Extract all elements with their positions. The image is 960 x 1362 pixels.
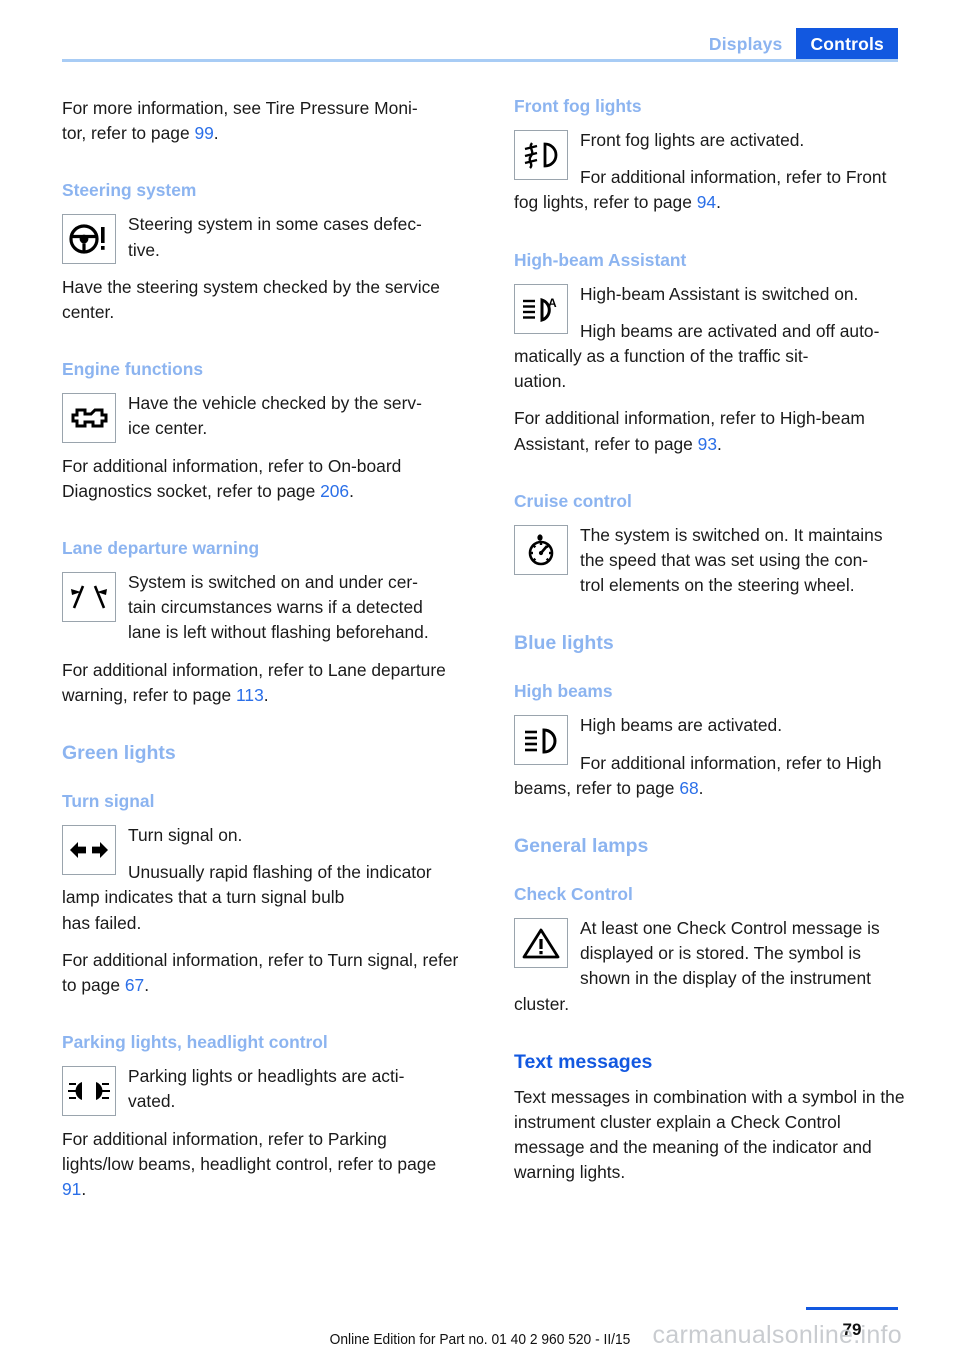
lane-departure-icon bbox=[62, 572, 116, 623]
steering-wheel-warning-icon bbox=[62, 214, 116, 265]
heading-steering-system: Steering system bbox=[62, 180, 197, 201]
entry-parking-lights: Parking lights or headlights are acti- v… bbox=[62, 1064, 462, 1202]
lane-departure-text-2: For additional information, refer to Lan… bbox=[62, 659, 446, 705]
engine-check-icon bbox=[62, 393, 116, 444]
page-ref-67[interactable]: 67 bbox=[125, 975, 144, 995]
header-divider bbox=[62, 59, 898, 62]
steering-system-text-2: Have the steering system checked by the … bbox=[62, 276, 440, 323]
tab-displays-label: Displays bbox=[708, 33, 783, 54]
heading-lane-departure-warning: Lane departure warning bbox=[62, 538, 260, 559]
check-control-tail: cluster. bbox=[514, 993, 570, 1014]
engine-functions-text-1: Have the vehicle checked by the serv- ic… bbox=[128, 393, 422, 439]
page-ref-94[interactable]: 94 bbox=[697, 192, 716, 212]
tab-controls-label: Controls bbox=[810, 33, 884, 54]
turn-signal-text-tail: has failed. bbox=[62, 912, 142, 933]
intro-period: . bbox=[213, 123, 219, 144]
intro-paragraph: For more information, see Tire Pressure … bbox=[62, 96, 462, 146]
heading-high-beams: High beams bbox=[514, 681, 613, 702]
page-ref-99[interactable]: 99 bbox=[194, 123, 213, 143]
lane-departure-text-1: System is switched on and under cer- tai… bbox=[128, 572, 429, 643]
entry-high-beams: High beams are activated. For additional… bbox=[514, 713, 914, 801]
high-beams-text-1: High beams are activated. bbox=[580, 715, 783, 736]
high-beam-assistant-tail: uation. bbox=[514, 371, 567, 392]
page-ref-68[interactable]: 68 bbox=[679, 778, 698, 798]
entry-cruise-control: The system is switched on. It maintains … bbox=[514, 523, 914, 599]
engine-functions-text-2: For additional information, refer to On-… bbox=[62, 455, 402, 501]
entry-engine-functions: Have the vehicle checked by the serv- ic… bbox=[62, 391, 462, 504]
heading-green-lights: Green lights bbox=[62, 742, 176, 765]
entry-check-control: At least one Check Control message is di… bbox=[514, 916, 914, 992]
edition-note: Online Edition for Part no. 01 40 2 960 … bbox=[329, 1331, 631, 1348]
heading-turn-signal: Turn signal bbox=[62, 791, 155, 812]
parking-lights-text-1: Parking lights or headlights are acti- v… bbox=[128, 1066, 405, 1112]
cruise-control-text-1: The system is switched on. It maintains … bbox=[580, 524, 883, 596]
parking-lights-icon bbox=[62, 1066, 116, 1117]
svg-text:A: A bbox=[548, 296, 557, 310]
tab-displays[interactable]: Displays bbox=[694, 28, 797, 60]
intro-line2: tor, refer to page bbox=[62, 123, 195, 144]
high-beam-assistant-text-1: High-beam Assistant is switched on. bbox=[580, 283, 859, 304]
steering-system-text-1: Steering system in some cases defec- tiv… bbox=[128, 214, 422, 260]
intro-line1: For more information, see Tire Pressure … bbox=[62, 98, 418, 118]
turn-signal-text-3: For additional information, refer to Tur… bbox=[62, 949, 459, 996]
page-number-rule bbox=[806, 1307, 898, 1310]
header-tabs: Displays Controls bbox=[694, 28, 898, 60]
turn-signal-text-2: Unusually rapid flashing of the indicato… bbox=[62, 862, 432, 908]
heading-check-control: Check Control bbox=[514, 884, 633, 905]
text-messages-body: Text messages in combination with a symb… bbox=[514, 1086, 905, 1183]
warning-triangle-icon bbox=[514, 918, 568, 969]
heading-front-fog-lights: Front fog lights bbox=[514, 96, 642, 116]
entry-turn-signal: Turn signal on. Unusually rapid flashing… bbox=[62, 823, 462, 911]
entry-steering-system: Steering system in some cases defec- tiv… bbox=[62, 212, 462, 325]
cruise-control-icon bbox=[514, 524, 568, 575]
heading-high-beam-assistant: High-beam Assistant bbox=[514, 249, 687, 270]
heading-general-lamps: General lamps bbox=[514, 835, 649, 858]
heading-cruise-control: Cruise control bbox=[514, 490, 632, 511]
parking-lights-text-2: For additional information, refer to Par… bbox=[62, 1128, 437, 1200]
heading-engine-functions: Engine functions bbox=[62, 359, 204, 380]
page-ref-91[interactable]: 91 bbox=[62, 1179, 81, 1199]
heading-text-messages: Text messages bbox=[514, 1050, 653, 1073]
high-beam-assistant-text-2: High beams are activated and off auto- m… bbox=[514, 320, 880, 367]
entry-lane-departure-warning: System is switched on and under cer- tai… bbox=[62, 570, 462, 646]
entry-front-fog-lights: Front fog lights are activated. For addi… bbox=[514, 128, 914, 216]
page-ref-206[interactable]: 206 bbox=[320, 481, 349, 501]
left-column: For more information, see Tire Pressure … bbox=[62, 96, 462, 1202]
page-footer: 79 Online Edition for Part no. 01 40 2 9… bbox=[0, 1292, 960, 1362]
high-beam-assistant-text-3: For additional information, refer to Hig… bbox=[514, 408, 865, 454]
entry-high-beam-assistant: A High-beam Assistant is switched on. Hi… bbox=[514, 282, 914, 370]
check-control-text-1: At least one Check Control message is di… bbox=[580, 918, 880, 989]
front-fog-lights-text-2: For additional information, refer to Fro… bbox=[514, 167, 887, 213]
heading-parking-lights: Parking lights, headlight control bbox=[62, 1032, 328, 1053]
page-ref-93[interactable]: 93 bbox=[698, 434, 717, 454]
front-fog-lights-text-1: Front fog lights are activated. bbox=[580, 130, 805, 150]
turn-signal-icon bbox=[62, 825, 116, 876]
high-beams-text-2: For additional information, refer to Hig… bbox=[514, 752, 882, 798]
heading-blue-lights: Blue lights bbox=[514, 632, 614, 655]
front-fog-lights-icon bbox=[514, 130, 568, 180]
page-header: Displays Controls bbox=[0, 0, 960, 62]
turn-signal-text-1: Turn signal on. bbox=[128, 825, 243, 846]
tab-controls[interactable]: Controls bbox=[796, 28, 898, 60]
right-column: Front fog lights Front fog lights are ac… bbox=[514, 96, 914, 1186]
high-beams-icon bbox=[514, 715, 568, 766]
high-beam-assistant-icon: A bbox=[514, 283, 568, 334]
page-ref-113[interactable]: 113 bbox=[236, 685, 264, 705]
